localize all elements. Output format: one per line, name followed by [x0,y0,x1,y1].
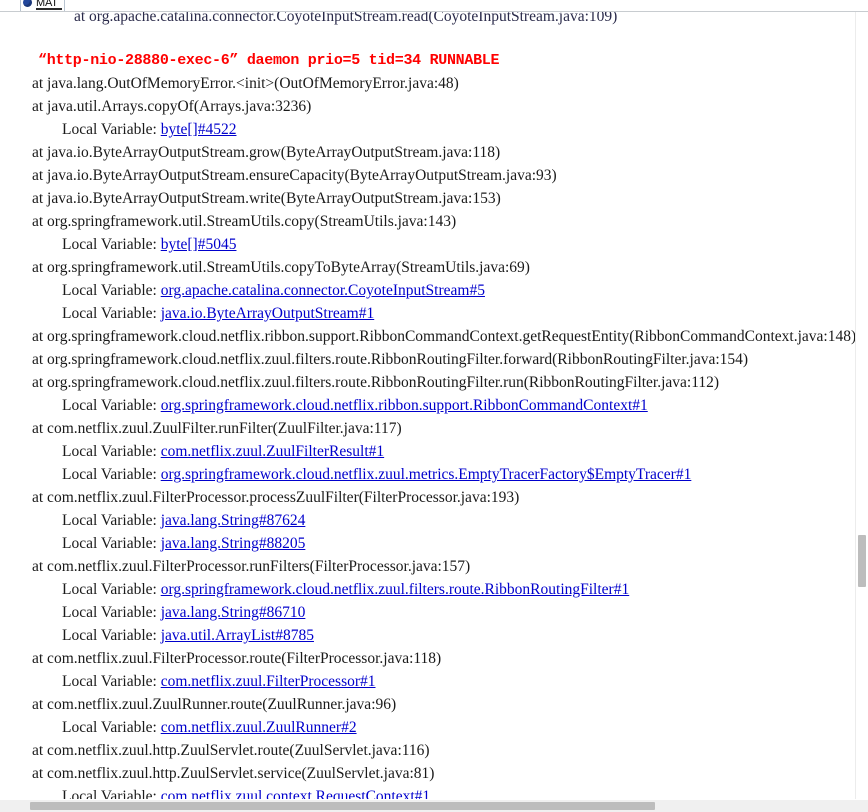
stack-frame-row: at com.netflix.zuul.FilterProcessor.rout… [32,650,442,667]
stack-frame-row: at java.io.ByteArrayOutputStream.ensureC… [32,167,557,184]
local-variable-row: Local Variable: java.lang.String#87624 [0,509,856,532]
stack-frame-list: at java.lang.OutOfMemoryError.<init>(Out… [0,72,856,800]
local-variable-label: Local Variable: [62,466,157,483]
local-variable-row: Local Variable: java.util.ArrayList#8785 [0,624,856,647]
stack-frame-row: at com.netflix.zuul.http.ZuulServlet.ser… [32,765,435,782]
local-variable-row: Local Variable: com.netflix.zuul.FilterP… [0,670,856,693]
local-variable-row: Local Variable: com.netflix.zuul.ZuulFil… [0,440,856,463]
thread-header: “http-nio-28880-exec-6” daemon prio=5 ti… [38,52,500,69]
local-variable-link[interactable]: byte[]#4522 [161,121,237,138]
local-variable-row: Local Variable: org.springframework.clou… [0,394,856,417]
local-variable-row: Local Variable: byte[]#5045 [0,233,856,256]
horizontal-scrollbar[interactable] [0,799,868,812]
local-variable-link[interactable]: java.util.ArrayList#8785 [161,627,314,644]
local-variable-label: Local Variable: [62,236,157,253]
blank-spacer [0,28,856,49]
local-variable-label: Local Variable: [62,627,157,644]
local-variable-label: Local Variable: [62,305,157,322]
local-variable-link[interactable]: org.springframework.cloud.netflix.zuul.m… [161,466,692,483]
local-variable-label: Local Variable: [62,673,157,690]
local-variable-link[interactable]: org.springframework.cloud.netflix.zuul.f… [161,581,630,598]
stack-frame-row: at com.netflix.zuul.FilterProcessor.runF… [32,558,471,575]
local-variable-row: Local Variable: java.lang.String#86710 [0,601,856,624]
stack-frame-row: at java.io.ByteArrayOutputStream.write(B… [32,190,501,207]
stack-frame-row: at org.springframework.cloud.netflix.zuu… [32,374,720,391]
vertical-scrollbar-thumb[interactable] [858,535,866,587]
local-variable-link[interactable]: java.io.ByteArrayOutputStream#1 [161,305,375,322]
local-variable-label: Local Variable: [62,604,157,621]
local-variable-row: Local Variable: byte[]#4522 [0,118,856,141]
local-variable-link[interactable]: com.netflix.zuul.FilterProcessor#1 [161,673,376,690]
memory-analyzer-icon [23,0,32,7]
stack-frame-row: at org.springframework.cloud.netflix.zuu… [32,351,749,368]
stack-frame-row: at org.springframework.util.StreamUtils.… [32,259,530,276]
local-variable-link[interactable]: com.netflix.zuul.ZuulRunner#2 [161,719,357,736]
stack-frame-row: at com.netflix.zuul.ZuulRunner.route(Zuu… [32,696,397,713]
stack-frame-row: at com.netflix.zuul.http.ZuulServlet.rou… [32,742,430,759]
horizontal-scrollbar-thumb[interactable] [30,802,655,810]
local-variable-label: Local Variable: [62,535,157,552]
stack-frame-row: at java.util.Arrays.copyOf(Arrays.java:3… [32,98,312,115]
local-variable-link[interactable]: java.lang.String#88205 [161,535,306,552]
local-variable-row: Local Variable: org.springframework.clou… [0,463,856,486]
stack-frame-row: at com.netflix.zuul.ZuulFilter.runFilter… [32,420,402,437]
local-variable-row: Local Variable: com.netflix.zuul.context… [0,785,856,800]
stack-trace-viewport[interactable]: at org.apache.catalina.connector.CoyoteI… [0,12,856,800]
local-variable-label: Local Variable: [62,512,157,529]
local-variable-label: Local Variable: [62,282,157,299]
clipped-stack-frame: at org.apache.catalina.connector.CoyoteI… [74,12,618,25]
local-variable-row: Local Variable: java.lang.String#88205 [0,532,856,555]
stack-frame-row: at java.lang.OutOfMemoryError.<init>(Out… [32,75,459,92]
local-variable-link[interactable]: com.netflix.zuul.ZuulFilterResult#1 [161,443,384,460]
stack-frame-row: at java.io.ByteArrayOutputStream.grow(By… [32,144,501,161]
stack-trace-canvas: at org.apache.catalina.connector.CoyoteI… [0,12,856,800]
local-variable-label: Local Variable: [62,719,157,736]
local-variable-label: Local Variable: [62,443,157,460]
stack-frame-row: at org.springframework.cloud.netflix.rib… [32,328,856,345]
local-variable-row: Local Variable: java.io.ByteArrayOutputS… [0,302,856,325]
local-variable-row: Local Variable: org.springframework.clou… [0,578,856,601]
local-variable-link[interactable]: org.apache.catalina.connector.CoyoteInpu… [161,282,485,299]
local-variable-link[interactable]: org.springframework.cloud.netflix.ribbon… [161,397,648,414]
vertical-scrollbar[interactable] [855,12,868,800]
local-variable-link[interactable]: java.lang.String#86710 [161,604,306,621]
local-variable-link[interactable]: java.lang.String#87624 [161,512,306,529]
local-variable-row: Local Variable: org.apache.catalina.conn… [0,279,856,302]
editor-tab-strip: MAT [0,0,868,11]
local-variable-label: Local Variable: [62,397,157,414]
stack-frame-row: at com.netflix.zuul.FilterProcessor.proc… [32,489,520,506]
local-variable-label: Local Variable: [62,581,157,598]
local-variable-link[interactable]: byte[]#5045 [161,236,237,253]
local-variable-label: Local Variable: [62,121,157,138]
tab-active-underline [36,8,62,10]
local-variable-row: Local Variable: com.netflix.zuul.ZuulRun… [0,716,856,739]
stack-frame-row: at org.springframework.util.StreamUtils.… [32,213,457,230]
